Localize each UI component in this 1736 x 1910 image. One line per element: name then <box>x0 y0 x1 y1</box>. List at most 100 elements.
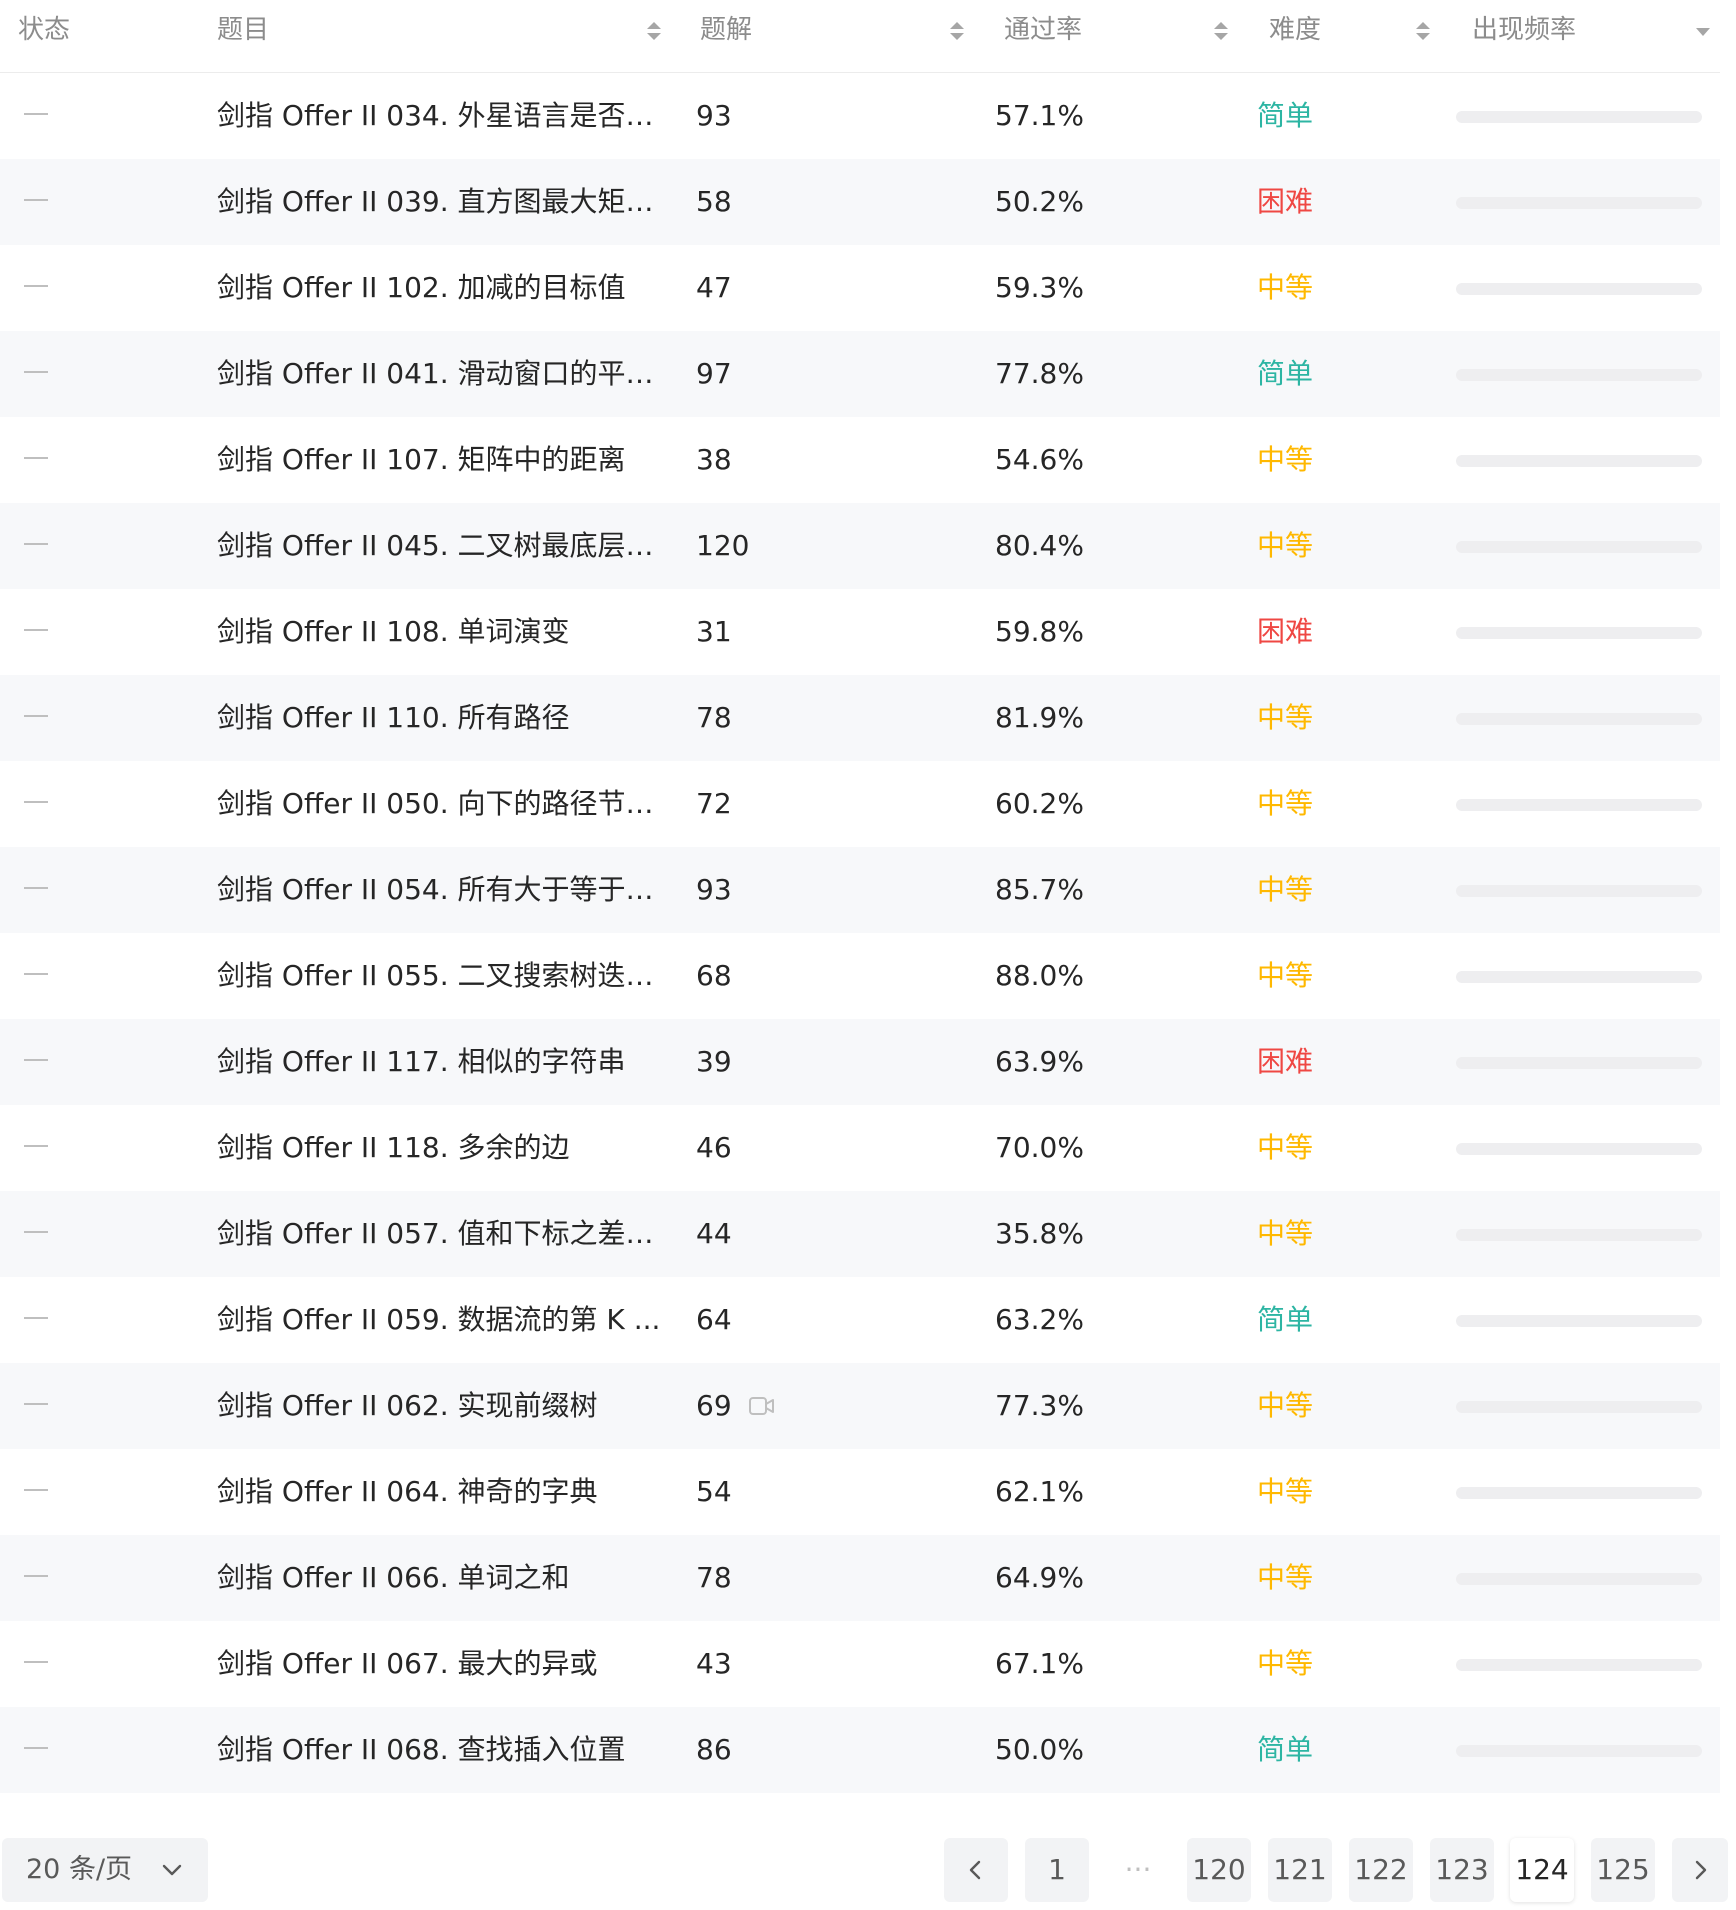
page-size-select[interactable]: 20 条/页 <box>2 1838 208 1902</box>
table-row[interactable]: 剑指 Offer II 062. 实现前缀树 69 77.3% 中等 <box>0 1363 1720 1449</box>
solution-count[interactable]: 72 <box>696 761 732 847</box>
page-button[interactable]: 122 <box>1349 1838 1413 1902</box>
status-dash-icon <box>24 1317 48 1319</box>
frequency-bar-locked <box>1456 197 1702 209</box>
solution-count[interactable]: 44 <box>696 1191 732 1277</box>
table-row[interactable]: 剑指 Offer II 041. 滑动窗口的平均... 97 77.8% 简单 <box>0 331 1720 417</box>
header-title[interactable]: 题目 <box>217 0 269 72</box>
table-row[interactable]: 剑指 Offer II 034. 外星语言是否排... 93 57.1% 简单 <box>0 73 1720 159</box>
solution-count[interactable]: 46 <box>696 1105 732 1191</box>
frequency-bar-locked <box>1456 885 1702 897</box>
page-button[interactable]: 125 <box>1591 1838 1655 1902</box>
table-row[interactable]: 剑指 Offer II 108. 单词演变 31 59.8% 困难 <box>0 589 1720 675</box>
acceptance-rate: 67.1% <box>995 1647 1084 1680</box>
page-button[interactable]: 120 <box>1187 1838 1251 1902</box>
table-row[interactable]: 剑指 Offer II 054. 所有大于等于节... 93 85.7% 中等 <box>0 847 1720 933</box>
video-solution-icon[interactable] <box>748 1394 776 1418</box>
status-dash-icon <box>24 801 48 803</box>
table-row[interactable]: 剑指 Offer II 118. 多余的边 46 70.0% 中等 <box>0 1105 1720 1191</box>
table-row[interactable]: 剑指 Offer II 110. 所有路径 78 81.9% 中等 <box>0 675 1720 761</box>
table-row[interactable]: 剑指 Offer II 117. 相似的字符串 39 63.9% 困难 <box>0 1019 1720 1105</box>
solution-count[interactable]: 47 <box>696 245 732 331</box>
page-button[interactable]: 1 <box>1025 1838 1089 1902</box>
problem-title-link[interactable]: 剑指 Offer II 062. 实现前缀树 <box>217 1363 598 1449</box>
table-row[interactable]: 剑指 Offer II 066. 单词之和 78 64.9% 中等 <box>0 1535 1720 1621</box>
table-row[interactable]: 剑指 Offer II 064. 神奇的字典 54 62.1% 中等 <box>0 1449 1720 1535</box>
header-frequency[interactable]: 出现频率 <box>1472 0 1576 72</box>
header-solutions[interactable]: 题解 <box>700 0 752 72</box>
problem-title-link[interactable]: 剑指 Offer II 045. 二叉树最底层最... <box>217 503 667 589</box>
difficulty-label: 困难 <box>1257 615 1314 648</box>
solution-count[interactable]: 64 <box>696 1277 732 1363</box>
next-page-button[interactable] <box>1672 1838 1728 1902</box>
sort-icon[interactable] <box>645 20 663 42</box>
problem-title-link[interactable]: 剑指 Offer II 059. 数据流的第 K ... <box>217 1277 660 1363</box>
page-button[interactable]: 123 <box>1430 1838 1494 1902</box>
status-dash-icon <box>24 199 48 201</box>
table-row[interactable]: 剑指 Offer II 039. 直方图最大矩形... 58 50.2% 困难 <box>0 159 1720 245</box>
problem-title-link[interactable]: 剑指 Offer II 034. 外星语言是否排... <box>217 73 667 159</box>
problem-title-link[interactable]: 剑指 Offer II 118. 多余的边 <box>217 1105 570 1191</box>
current-page-button[interactable]: 124 <box>1510 1838 1574 1902</box>
solution-count[interactable]: 97 <box>696 331 732 417</box>
solution-count[interactable]: 86 <box>696 1707 732 1793</box>
solution-count[interactable]: 39 <box>696 1019 732 1105</box>
frequency-bar-locked <box>1456 1745 1702 1757</box>
problem-title-link[interactable]: 剑指 Offer II 068. 查找插入位置 <box>217 1707 626 1793</box>
solution-count[interactable]: 120 <box>696 503 749 589</box>
status-dash-icon <box>24 371 48 373</box>
problem-title-link[interactable]: 剑指 Offer II 064. 神奇的字典 <box>217 1449 598 1535</box>
table-row[interactable]: 剑指 Offer II 050. 向下的路径节点... 72 60.2% 中等 <box>0 761 1720 847</box>
sort-icon[interactable] <box>1212 20 1230 42</box>
acceptance-rate: 77.3% <box>995 1389 1084 1422</box>
table-row[interactable]: 剑指 Offer II 055. 二叉搜索树迭代... 68 88.0% 中等 <box>0 933 1720 1019</box>
problem-title-link[interactable]: 剑指 Offer II 117. 相似的字符串 <box>217 1019 626 1105</box>
solution-count[interactable]: 54 <box>696 1449 732 1535</box>
difficulty-label: 中等 <box>1257 787 1314 820</box>
table-row[interactable]: 剑指 Offer II 045. 二叉树最底层最... 120 80.4% 中等 <box>0 503 1720 589</box>
frequency-bar-locked <box>1456 1659 1702 1671</box>
table-row[interactable]: 剑指 Offer II 107. 矩阵中的距离 38 54.6% 中等 <box>0 417 1720 503</box>
problem-title-link[interactable]: 剑指 Offer II 102. 加减的目标值 <box>217 245 626 331</box>
solution-count[interactable]: 31 <box>696 589 732 675</box>
problem-title-link[interactable]: 剑指 Offer II 066. 单词之和 <box>217 1535 570 1621</box>
acceptance-rate: 80.4% <box>995 529 1084 562</box>
solution-count[interactable]: 93 <box>696 73 732 159</box>
table-header: 状态 题目 题解 通过率 难度 出现频率 <box>0 0 1720 73</box>
solution-count[interactable]: 78 <box>696 1535 732 1621</box>
header-difficulty[interactable]: 难度 <box>1269 0 1321 72</box>
problem-title-link[interactable]: 剑指 Offer II 057. 值和下标之差都... <box>217 1191 667 1277</box>
problem-title-link[interactable]: 剑指 Offer II 108. 单词演变 <box>217 589 570 675</box>
problem-title-link[interactable]: 剑指 Offer II 110. 所有路径 <box>217 675 570 761</box>
sort-icon[interactable] <box>1414 20 1432 42</box>
page-ellipsis[interactable]: ··· <box>1106 1838 1170 1902</box>
problem-title-link[interactable]: 剑指 Offer II 039. 直方图最大矩形... <box>217 159 667 245</box>
solution-count[interactable]: 68 <box>696 933 732 1019</box>
table-row[interactable]: 剑指 Offer II 059. 数据流的第 K ... 64 63.2% 简单 <box>0 1277 1720 1363</box>
table-row[interactable]: 剑指 Offer II 067. 最大的异或 43 67.1% 中等 <box>0 1621 1720 1707</box>
solution-count[interactable]: 43 <box>696 1621 732 1707</box>
solution-count[interactable]: 38 <box>696 417 732 503</box>
solution-count[interactable]: 69 <box>696 1363 732 1449</box>
table-row[interactable]: 剑指 Offer II 102. 加减的目标值 47 59.3% 中等 <box>0 245 1720 331</box>
problem-title-link[interactable]: 剑指 Offer II 055. 二叉搜索树迭代... <box>217 933 667 1019</box>
difficulty-label: 中等 <box>1257 443 1314 476</box>
status-dash-icon <box>24 457 48 459</box>
problem-title-link[interactable]: 剑指 Offer II 067. 最大的异或 <box>217 1621 598 1707</box>
acceptance-rate: 62.1% <box>995 1475 1084 1508</box>
solution-count[interactable]: 93 <box>696 847 732 933</box>
difficulty-label: 困难 <box>1257 185 1314 218</box>
table-row[interactable]: 剑指 Offer II 068. 查找插入位置 86 50.0% 简单 <box>0 1707 1720 1793</box>
header-acceptance[interactable]: 通过率 <box>1004 0 1082 72</box>
problem-title-link[interactable]: 剑指 Offer II 054. 所有大于等于节... <box>217 847 667 933</box>
prev-page-button[interactable] <box>944 1838 1008 1902</box>
problem-title-link[interactable]: 剑指 Offer II 107. 矩阵中的距离 <box>217 417 626 503</box>
caret-down-icon[interactable] <box>1694 24 1712 46</box>
table-row[interactable]: 剑指 Offer II 057. 值和下标之差都... 44 35.8% 中等 <box>0 1191 1720 1277</box>
page-button[interactable]: 121 <box>1268 1838 1332 1902</box>
solution-count[interactable]: 58 <box>696 159 732 245</box>
sort-icon[interactable] <box>948 20 966 42</box>
solution-count[interactable]: 78 <box>696 675 732 761</box>
problem-title-link[interactable]: 剑指 Offer II 041. 滑动窗口的平均... <box>217 331 667 417</box>
problem-title-link[interactable]: 剑指 Offer II 050. 向下的路径节点... <box>217 761 667 847</box>
